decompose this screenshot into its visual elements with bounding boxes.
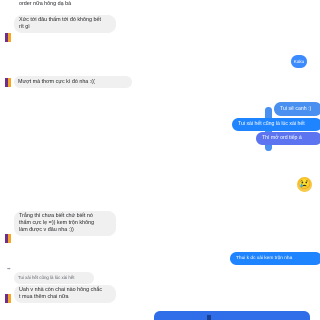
message-text: Mượt mà thơm cực kì đó nha :(( [18,79,95,85]
reply-icon: ➥ [7,266,11,271]
message-text: Kaku [293,59,305,64]
outgoing-message[interactable]: Thui k dc xài kem trộn nha [230,252,320,265]
quoted-message: Tui xài hết cũng là lúc xài hết [14,272,94,284]
message-text: Uah v nhà còn chai nào hông chắc [19,287,103,293]
incoming-message[interactable]: Trắng thì chưa biết chứ biết nó thẩm cực… [14,211,116,236]
scroll-indicator[interactable] [207,315,211,320]
message-text: Tui xài hết cũng là lúc xài hết [18,275,75,280]
outgoing-message[interactable]: Thì mở ord tiếp á [256,132,320,145]
message-text: Tui sẽ canh :) [280,106,312,112]
incoming-message[interactable]: Uah v nhà còn chai nào hông chắc t mua t… [14,285,116,303]
sender-avatar-icon [5,78,11,87]
incoming-message[interactable]: Xức tới đâu thấm tới đó không bết rít gì [14,15,116,33]
message-text: làm được v đâu nha :)) [19,227,74,233]
chat-thread: order nữa hông dạ bà Xức tới đâu thấm tớ… [0,0,320,320]
message-text: Tui xài hết cũng là lúc xài hết [238,121,305,127]
outgoing-message[interactable]: Kaku [291,55,307,68]
message-text: order nữa hông dạ bà [19,1,72,7]
sender-avatar-icon [5,234,11,243]
sender-avatar-icon [5,33,11,42]
message-text: Thui k dc xài kem trộn nha [236,256,293,261]
crying-emoji-icon[interactable]: 😢 [297,177,312,192]
incoming-message[interactable]: Mượt mà thơm cực kì đó nha :(( [14,76,132,88]
incoming-message[interactable]: order nữa hông dạ bà [14,1,76,8]
message-text: Thì mở ord tiếp á [262,135,302,141]
outgoing-message-partial[interactable] [154,311,310,320]
message-text: Trắng thì chưa biết chứ biết nó [19,213,93,219]
message-text: thẩm cực lẹ =)) kem trộn không [19,220,95,226]
message-text: Xức tới đâu thấm tới đó không bết [19,17,101,23]
message-text: t mua thêm chai nữa [19,294,69,300]
sender-avatar-icon [5,294,11,303]
outgoing-message[interactable]: Tui xài hết cũng là lúc xài hết [232,118,320,131]
outgoing-message[interactable]: Tui sẽ canh :) [274,102,320,116]
message-text: rít gì [19,24,30,30]
